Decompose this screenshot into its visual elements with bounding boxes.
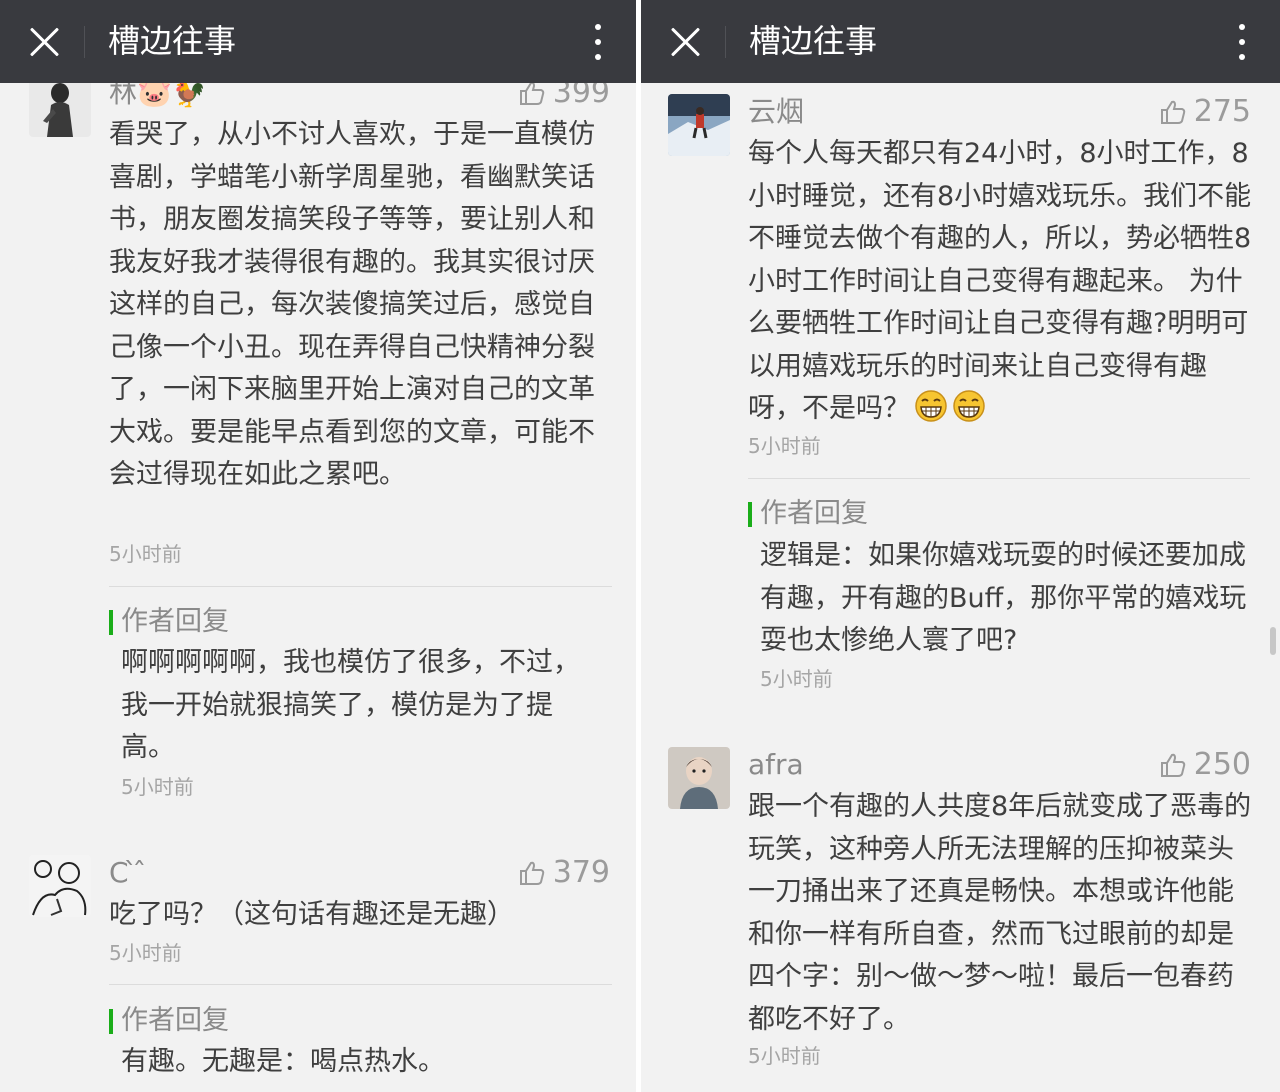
thumbs-up-icon	[1160, 100, 1185, 124]
avatar[interactable]	[29, 83, 91, 137]
close-icon[interactable]	[665, 22, 705, 62]
divider	[109, 586, 612, 587]
author-reply-label: 作者回复	[748, 496, 868, 532]
title-bar: 槽边往事	[0, 0, 636, 83]
like-button[interactable]: 250	[1160, 747, 1251, 783]
comment-text-body: 每个人每天都只有24小时，8小时工作，8小时睡觉，还有8小时嬉戏玩乐。我们不能不…	[748, 138, 1252, 424]
thumbs-up-icon	[519, 83, 544, 105]
like-button[interactable]: 275	[1160, 94, 1251, 130]
like-button[interactable]: 399	[519, 83, 610, 111]
comment-time: 5小时前	[748, 434, 821, 458]
author-reply-time: 5小时前	[121, 775, 194, 799]
author-reply-label: 作者回复	[109, 604, 229, 640]
scrollbar-thumb[interactable]	[1270, 627, 1276, 655]
close-icon[interactable]	[24, 22, 64, 62]
page-title: 槽边往事	[749, 22, 878, 60]
comment-text: 吃了吗？（这句话有趣还是无趣）	[109, 899, 514, 930]
comment-text: 看哭了，从小不讨人喜欢，于是一直模仿喜剧，学蜡笔小新学周星驰，看幽默笑话书，朋友…	[109, 119, 595, 490]
like-count: 275	[1193, 94, 1251, 129]
author-reply-text: 有趣。无趣是：喝点热水。	[121, 1046, 445, 1077]
comment-time: 5小时前	[109, 941, 182, 965]
divider	[748, 478, 1250, 479]
grin-emoji-icon	[953, 390, 985, 422]
comment-nickname: 云烟	[748, 95, 805, 128]
page-title: 槽边往事	[108, 22, 237, 60]
comment-list: 林🐷🐓 399 看哭了，从小不讨人喜欢，于是一直模仿喜剧，学蜡笔小新学周星驰，看…	[0, 83, 636, 1092]
more-vertical-icon[interactable]	[592, 24, 604, 60]
like-button[interactable]: 379	[519, 855, 610, 891]
title-separator	[84, 26, 85, 58]
author-reply-label: 作者回复	[109, 1003, 229, 1039]
thumbs-up-icon	[519, 861, 544, 885]
title-separator	[725, 26, 726, 58]
comment-nickname: C ̀ ̂	[109, 856, 147, 889]
comment-nickname: afra	[748, 748, 804, 781]
right-article-view: 槽边往事 云烟 275 每个人每天都只有24小时，8小时工作，8小时睡觉，还有8…	[641, 0, 1280, 1092]
avatar[interactable]	[29, 855, 91, 917]
comment-time: 5小时前	[748, 1044, 821, 1068]
comment-text: 跟一个有趣的人共度8年后就变成了恶毒的玩笑，这种旁人所无法理解的压抑被菜头一刀捅…	[748, 791, 1252, 1035]
more-vertical-icon[interactable]	[1236, 24, 1248, 60]
comment-nickname: 林🐷🐓	[109, 83, 207, 109]
divider	[109, 984, 612, 985]
author-reply-time: 5小时前	[760, 667, 833, 691]
like-count: 250	[1193, 747, 1251, 782]
grin-emoji-icon	[915, 390, 947, 422]
avatar[interactable]	[668, 94, 730, 156]
author-reply-text: 啊啊啊啊啊，我也模仿了很多，不过，我一开始就狠搞笑了，模仿是为了提高。	[121, 647, 580, 763]
left-article-view: 槽边往事 林🐷🐓 399 看哭了，从小不讨人喜欢，于是一直模仿喜剧，学蜡笔小新学…	[0, 0, 636, 1092]
avatar[interactable]	[668, 747, 730, 809]
comment-text: 每个人每天都只有24小时，8小时工作，8小时睡觉，还有8小时嬉戏玩乐。我们不能不…	[748, 133, 1252, 431]
thumbs-up-icon	[1160, 753, 1185, 777]
comment-list: 云烟 275 每个人每天都只有24小时，8小时工作，8小时睡觉，还有8小时嬉戏玩…	[641, 83, 1280, 1092]
title-bar: 槽边往事	[641, 0, 1280, 83]
like-count: 399	[552, 83, 610, 110]
author-reply-text: 逻辑是：如果你嬉戏玩耍的时候还要加成有趣，开有趣的Buff，那你平常的嬉戏玩耍也…	[760, 540, 1247, 656]
comment-time: 5小时前	[109, 542, 182, 566]
like-count: 379	[552, 855, 610, 890]
